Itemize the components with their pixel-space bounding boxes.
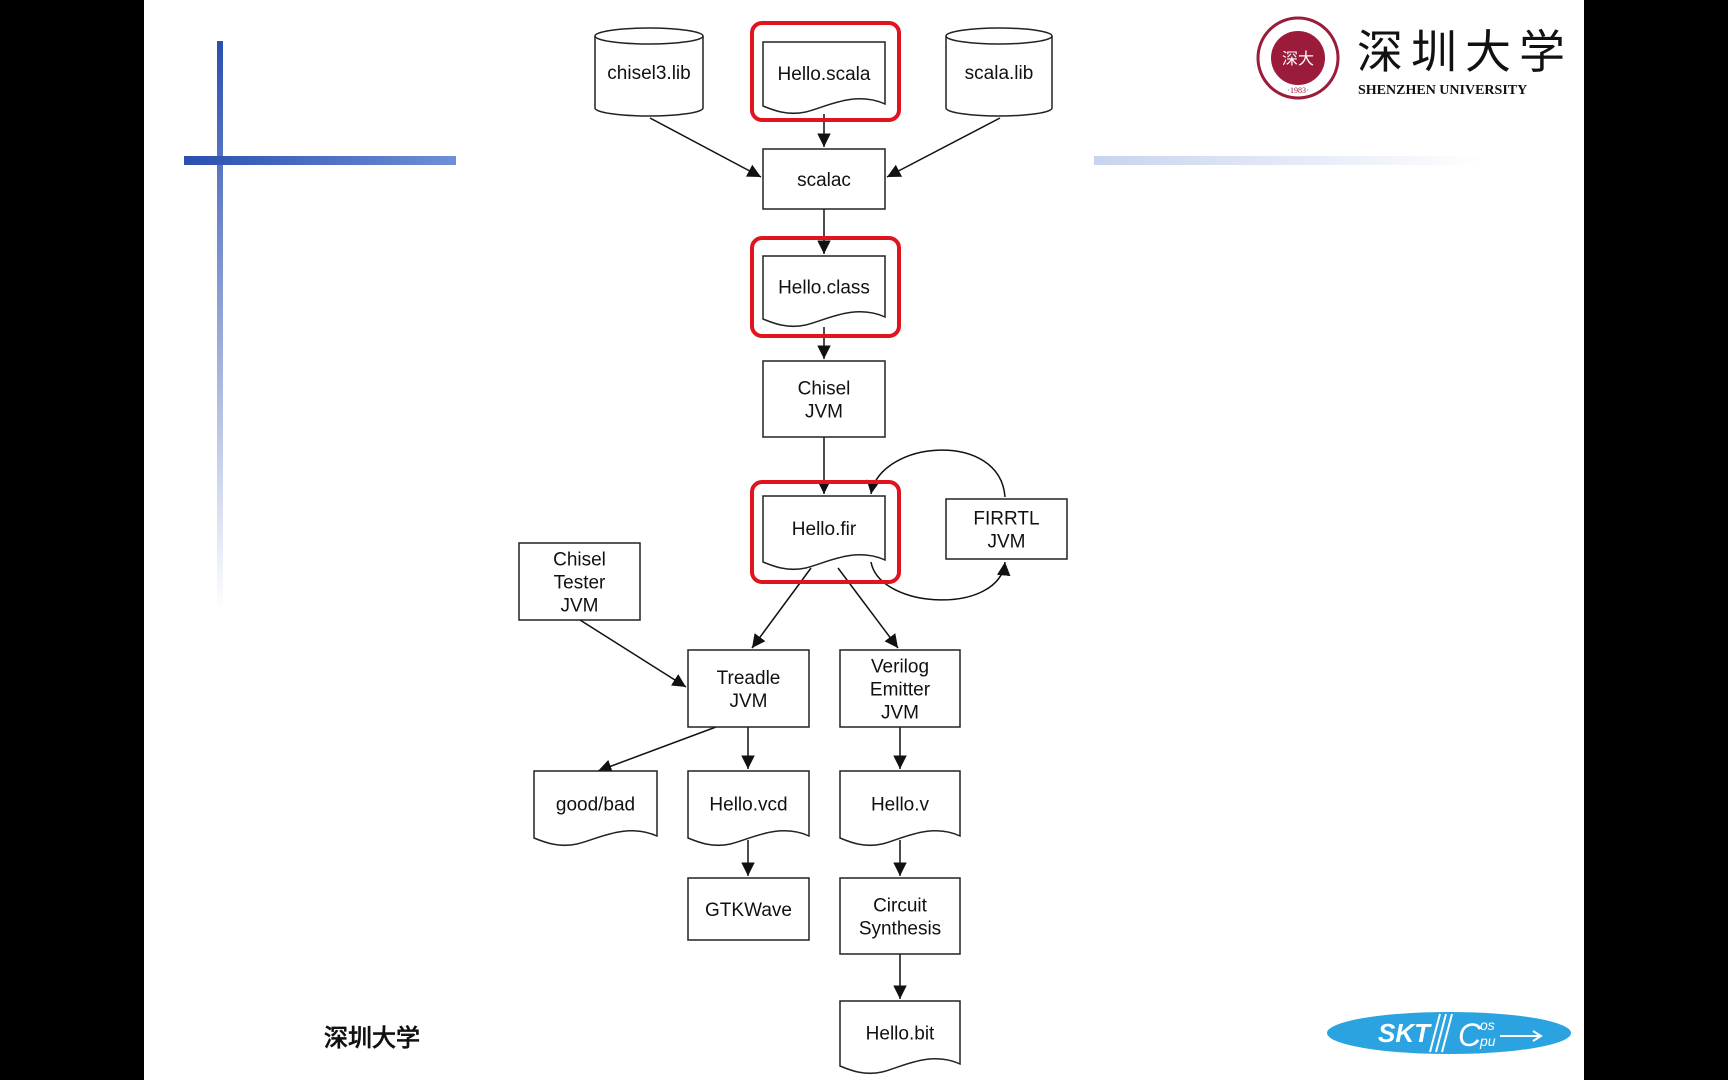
node-gtkwave: GTKWave <box>687 877 810 941</box>
skt-cospu-logo: SKT C os pu <box>1327 1012 1571 1054</box>
node-label: JVM <box>805 402 843 423</box>
slide: 深大 ·1983· 深圳大学 SHENZHEN UNIVERSITY chise… <box>144 0 1584 1080</box>
node-label: Chisel <box>553 550 606 571</box>
node-label: JVM <box>881 703 919 724</box>
slide-viewport: 深大 ·1983· 深圳大学 SHENZHEN UNIVERSITY chise… <box>0 0 1728 1080</box>
university-logo: 深大 ·1983· 深圳大学 SHENZHEN UNIVERSITY <box>1256 16 1573 100</box>
node-label: Tester <box>554 573 606 594</box>
node-label: scalac <box>797 170 851 191</box>
node-treadle-jvm: TreadleJVM <box>687 649 810 728</box>
node-label: Verilog <box>871 657 929 678</box>
node-label: Hello.fir <box>792 519 857 540</box>
node-circuit-synthesis: CircuitSynthesis <box>839 877 961 955</box>
svg-text:pu: pu <box>1479 1033 1496 1049</box>
node-label: JVM <box>561 596 599 617</box>
node-label: JVM <box>988 532 1026 553</box>
node-verilog-emitter-jvm: VerilogEmitterJVM <box>839 649 961 728</box>
logo-english-text: SHENZHEN UNIVERSITY <box>1358 83 1527 98</box>
node-label: Chisel <box>798 379 851 400</box>
decor-horizontal-bar <box>184 156 456 165</box>
decor-vertical-bar <box>217 41 223 611</box>
footer-text: 深圳大学 <box>324 1023 420 1052</box>
node-label: Hello.scala <box>778 64 871 85</box>
node-label: Synthesis <box>859 919 941 940</box>
decor-right-bar <box>1094 156 1484 165</box>
node-scala-lib: scala.lib <box>945 27 1053 117</box>
node-label: Emitter <box>870 680 931 701</box>
node-label: Hello.vcd <box>709 795 787 816</box>
node-label: GTKWave <box>705 900 792 921</box>
node-label: JVM <box>730 691 768 712</box>
node-label: Hello.v <box>871 795 930 816</box>
node-chisel-jvm: ChiselJVM <box>762 360 886 438</box>
node-scalac: scalac <box>762 148 886 210</box>
node-firrtl-jvm: FIRRTLJVM <box>945 498 1068 560</box>
node-chisel3-lib: chisel3.lib <box>594 27 704 117</box>
logo-skt-text: SKT <box>1378 1018 1432 1048</box>
node-label: good/bad <box>556 795 635 816</box>
logo-chinese-text: 深圳大学 <box>1357 25 1573 79</box>
node-label: FIRRTL <box>973 509 1039 530</box>
node-label: Hello.class <box>778 278 870 299</box>
svg-text:os: os <box>1480 1017 1495 1033</box>
node-label: Hello.bit <box>866 1024 935 1045</box>
node-label: Circuit <box>873 896 928 917</box>
node-chisel-tester-jvm: ChiselTesterJVM <box>518 542 641 621</box>
svg-text:深大: 深大 <box>1282 50 1314 68</box>
svg-text:·1983·: ·1983· <box>1287 86 1308 95</box>
node-label: Treadle <box>717 668 781 689</box>
node-label: scala.lib <box>965 63 1034 84</box>
svg-text:C: C <box>1458 1017 1482 1053</box>
node-label: chisel3.lib <box>607 63 690 84</box>
